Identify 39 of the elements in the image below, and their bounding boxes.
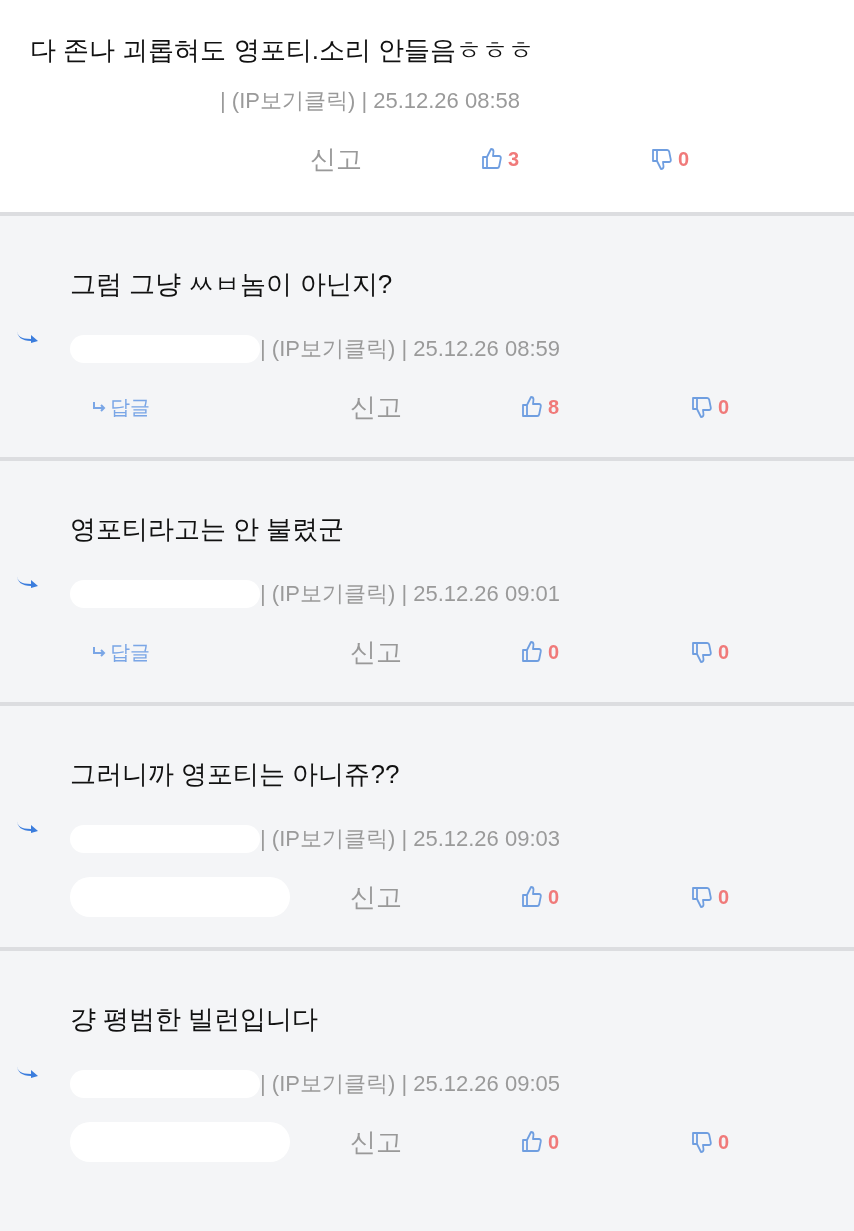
comment-text: 걍 평범한 빌런입니다 — [70, 1003, 320, 1036]
thumbs-up-icon — [480, 147, 504, 171]
reply-button[interactable]: 답글 — [92, 637, 150, 667]
report-button[interactable]: 신고 — [310, 139, 420, 179]
like-button[interactable]: 0 — [520, 882, 560, 912]
thumbs-down-icon — [650, 147, 674, 171]
reply-arrow-icon — [92, 646, 108, 658]
thumbs-up-icon — [520, 1130, 544, 1154]
comment-text: 그럼 그냥 ㅆㅂ놈이 아닌지? — [70, 268, 394, 301]
comment-meta: | (IP보기클릭) | 25.12.26 08:59 — [260, 335, 560, 363]
like-button[interactable]: 0 — [520, 1127, 560, 1157]
thumbs-down-icon — [690, 395, 714, 419]
comment-meta: | (IP보기클릭) | 25.12.26 09:05 — [260, 1070, 560, 1098]
comment-meta: | (IP보기클릭) | 25.12.26 09:01 — [260, 580, 560, 608]
comment-meta: | (IP보기클릭) | 25.12.26 09:03 — [260, 825, 560, 853]
reply-arrow-icon — [92, 401, 108, 413]
dislike-button[interactable]: 0 — [650, 144, 690, 174]
comment-meta: | (IP보기클릭) | 25.12.26 08:58 — [220, 87, 520, 115]
comment-text: 영포티라고는 안 불렸군 — [70, 513, 346, 546]
dislike-button[interactable]: 0 — [690, 1127, 730, 1157]
report-button[interactable]: 신고 — [350, 1122, 460, 1162]
thumbs-up-icon — [520, 885, 544, 909]
like-button[interactable]: 8 — [520, 392, 560, 422]
thumbs-down-icon — [690, 640, 714, 664]
comment-text: 그러니까 영포티는 아니쥬?? — [70, 758, 401, 791]
thumbs-down-icon — [690, 885, 714, 909]
thumbs-up-icon — [520, 395, 544, 419]
like-button[interactable]: 0 — [520, 637, 560, 667]
dislike-button[interactable]: 0 — [690, 637, 730, 667]
reply-button[interactable]: 답글 — [92, 392, 150, 422]
dislike-button[interactable]: 0 — [690, 392, 730, 422]
thumbs-down-icon — [690, 1130, 714, 1154]
report-button[interactable]: 신고 — [350, 632, 460, 672]
like-button[interactable]: 3 — [480, 144, 520, 174]
thumbs-up-icon — [520, 640, 544, 664]
comment-text: 다 존나 괴롭혀도 영포티.소리 안들음ㅎㅎㅎ — [30, 34, 536, 67]
report-button[interactable]: 신고 — [350, 877, 460, 917]
dislike-button[interactable]: 0 — [690, 882, 730, 912]
report-button[interactable]: 신고 — [350, 387, 460, 427]
